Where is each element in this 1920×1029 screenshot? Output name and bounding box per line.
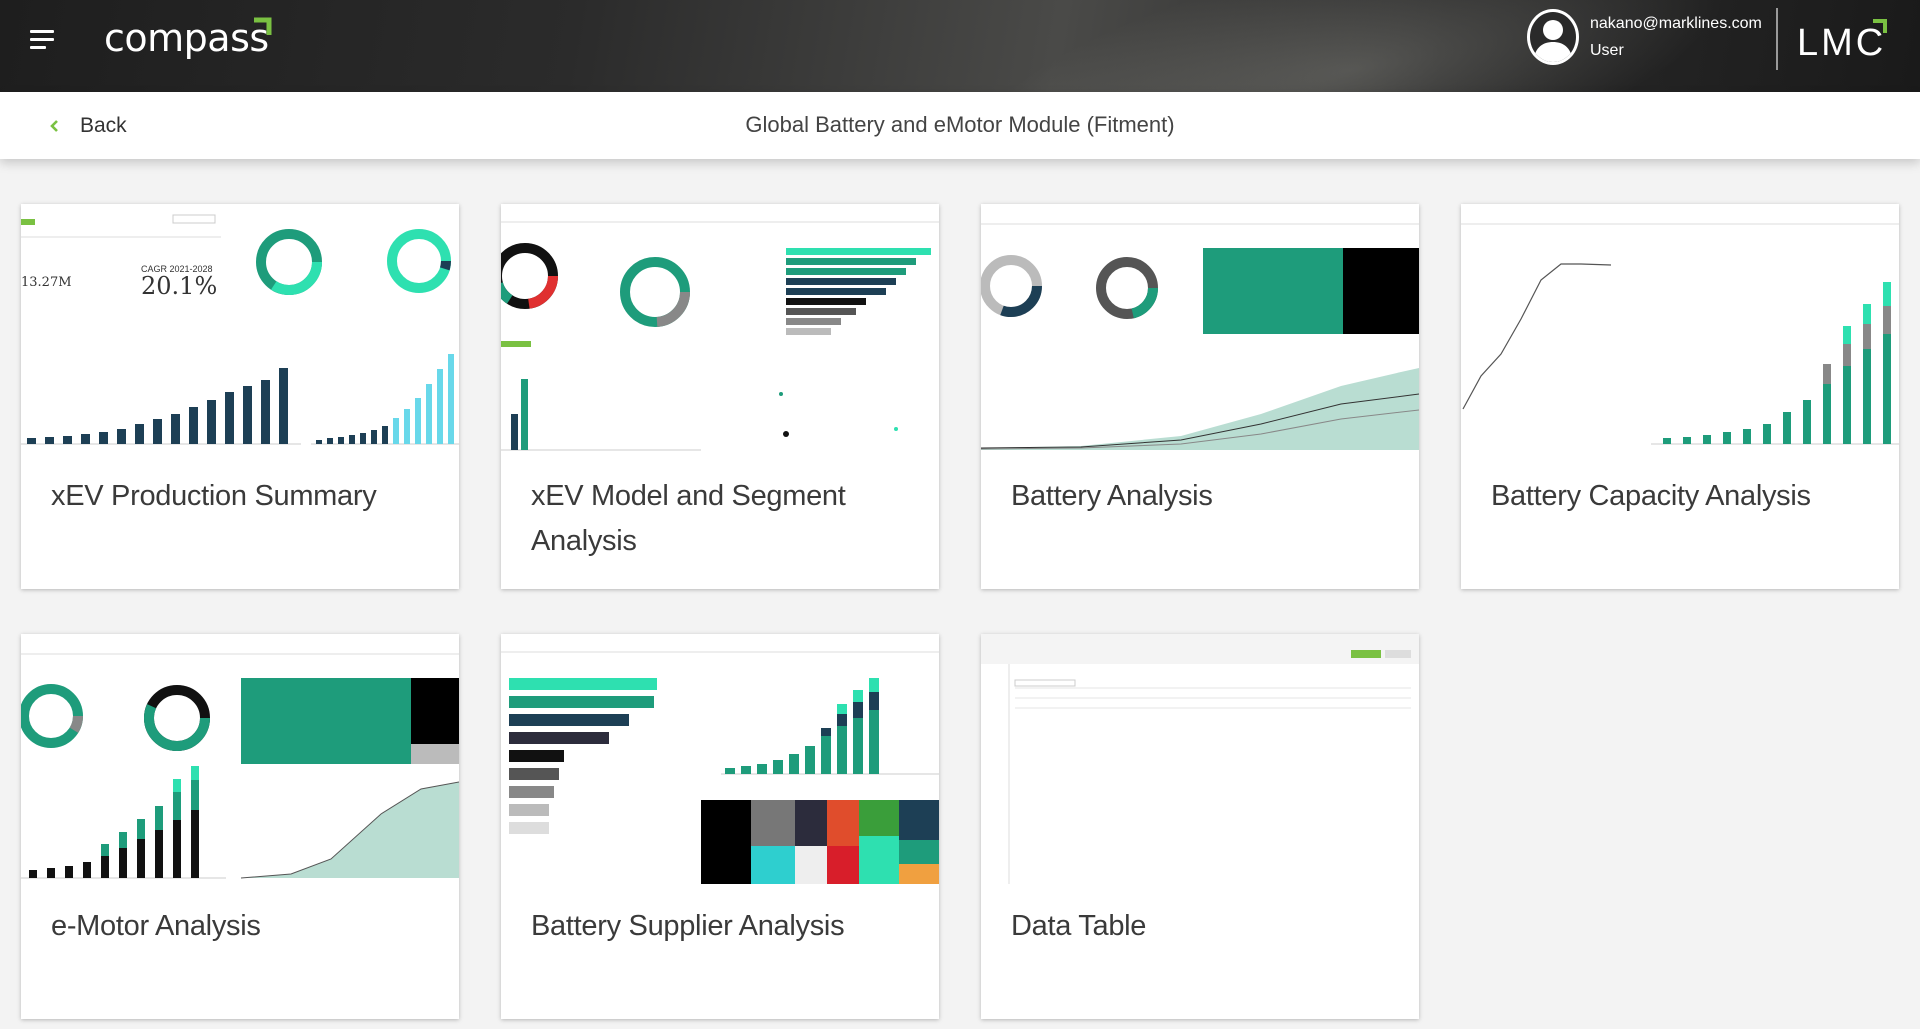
card-title: e-Motor Analysis	[51, 910, 261, 942]
card-title: Data Table	[1011, 910, 1147, 942]
card-title: xEV Model and Segment Analysis	[531, 480, 846, 557]
report-card-battery-supplier-analysis[interactable]: Battery Supplier Analysis	[501, 634, 939, 1019]
report-card-xev-production-summary[interactable]: 13.27M CAGR 2021-2028 20.1% xEV Producti…	[21, 204, 459, 589]
user-silhouette-icon	[1533, 20, 1573, 62]
top-header: compass nakano@marklines.com User LMC	[0, 0, 1920, 92]
thumbnail-battery-analysis	[981, 204, 1419, 454]
lmc-logo-mark-icon	[1873, 19, 1887, 33]
report-card-data-table[interactable]: Data Table	[981, 634, 1419, 1019]
thumbnail-e-motor-analysis	[21, 634, 459, 884]
user-avatar[interactable]	[1527, 9, 1579, 65]
thumbnail-xev-model-segment-analysis	[501, 204, 939, 454]
svg-text:13.27M: 13.27M	[21, 275, 72, 290]
thumbnail-battery-capacity-analysis	[1461, 204, 1899, 454]
page-title: Global Battery and eMotor Module (Fitmen…	[745, 112, 1175, 137]
compass-logo[interactable]: compass	[104, 16, 269, 60]
user-role: User	[1590, 42, 1624, 59]
card-title: xEV Production Summary	[51, 480, 377, 512]
thumbnail-data-table	[981, 634, 1419, 884]
report-card-e-motor-analysis[interactable]: e-Motor Analysis	[21, 634, 459, 1019]
user-email: nakano@marklines.com	[1590, 15, 1762, 32]
header-background-sheen	[882, 0, 1818, 92]
card-title: Battery Supplier Analysis	[531, 910, 845, 942]
compass-logo-mark-icon	[254, 17, 272, 35]
svg-text:20.1%: 20.1%	[141, 272, 217, 300]
card-title: Battery Analysis	[1011, 480, 1213, 512]
hamburger-menu-icon[interactable]	[30, 28, 56, 50]
report-card-battery-capacity-analysis[interactable]: Battery Capacity Analysis	[1461, 204, 1899, 589]
thumbnail-battery-supplier-analysis	[501, 634, 939, 884]
header-divider	[1776, 8, 1778, 70]
thumbnail-xev-production-summary: 13.27M CAGR 2021-2028 20.1%	[21, 204, 459, 454]
sub-header: Back Global Battery and eMotor Module (F…	[0, 92, 1920, 159]
report-card-battery-analysis[interactable]: Battery Analysis	[981, 204, 1419, 589]
card-title: Battery Capacity Analysis	[1491, 480, 1811, 512]
report-card-xev-model-segment-analysis[interactable]: xEV Model and Segment Analysis	[501, 204, 939, 589]
